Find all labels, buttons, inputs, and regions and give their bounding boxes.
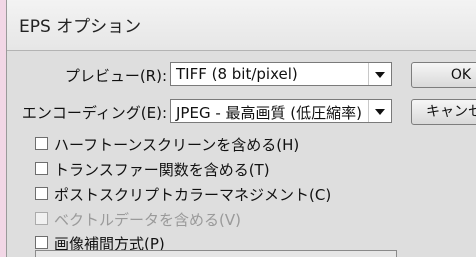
ok-button[interactable]: OK: [411, 62, 476, 88]
chevron-down-icon[interactable]: [368, 100, 391, 122]
checkbox[interactable]: [35, 236, 48, 249]
dialog-titlebar[interactable]: EPS オプション: [7, 0, 476, 51]
encoding-select[interactable]: JPEG - 最高画質 (低圧縮率): [170, 99, 392, 123]
cancel-button[interactable]: キャンセル: [411, 99, 476, 125]
preview-value: TIFF (8 bit/pixel): [176, 65, 298, 83]
interpolation-field: [35, 250, 397, 257]
option-label: ポストスクリプトカラーマネジメント(C): [54, 186, 332, 204]
eps-options-dialog: EPS オプション プレビュー(R): TIFF (8 bit/pixel) エ…: [6, 0, 476, 257]
checkbox[interactable]: [35, 137, 48, 150]
encoding-label: エンコーディング(E):: [21, 104, 167, 122]
preview-label: プレビュー(R):: [64, 67, 167, 85]
checkbox: [35, 212, 48, 225]
option-label: ハーフトーンスクリーンを含める(H): [54, 136, 300, 154]
option-label: トランスファー関数を含める(T): [54, 161, 270, 179]
preview-select[interactable]: TIFF (8 bit/pixel): [170, 62, 392, 86]
checkbox[interactable]: [35, 162, 48, 175]
checkbox[interactable]: [35, 187, 48, 200]
dialog-title: EPS オプション: [19, 17, 142, 37]
chevron-down-icon[interactable]: [368, 63, 391, 85]
option-label: ベクトルデータを含める(V): [54, 211, 241, 229]
encoding-value: JPEG - 最高画質 (低圧縮率): [176, 104, 362, 122]
